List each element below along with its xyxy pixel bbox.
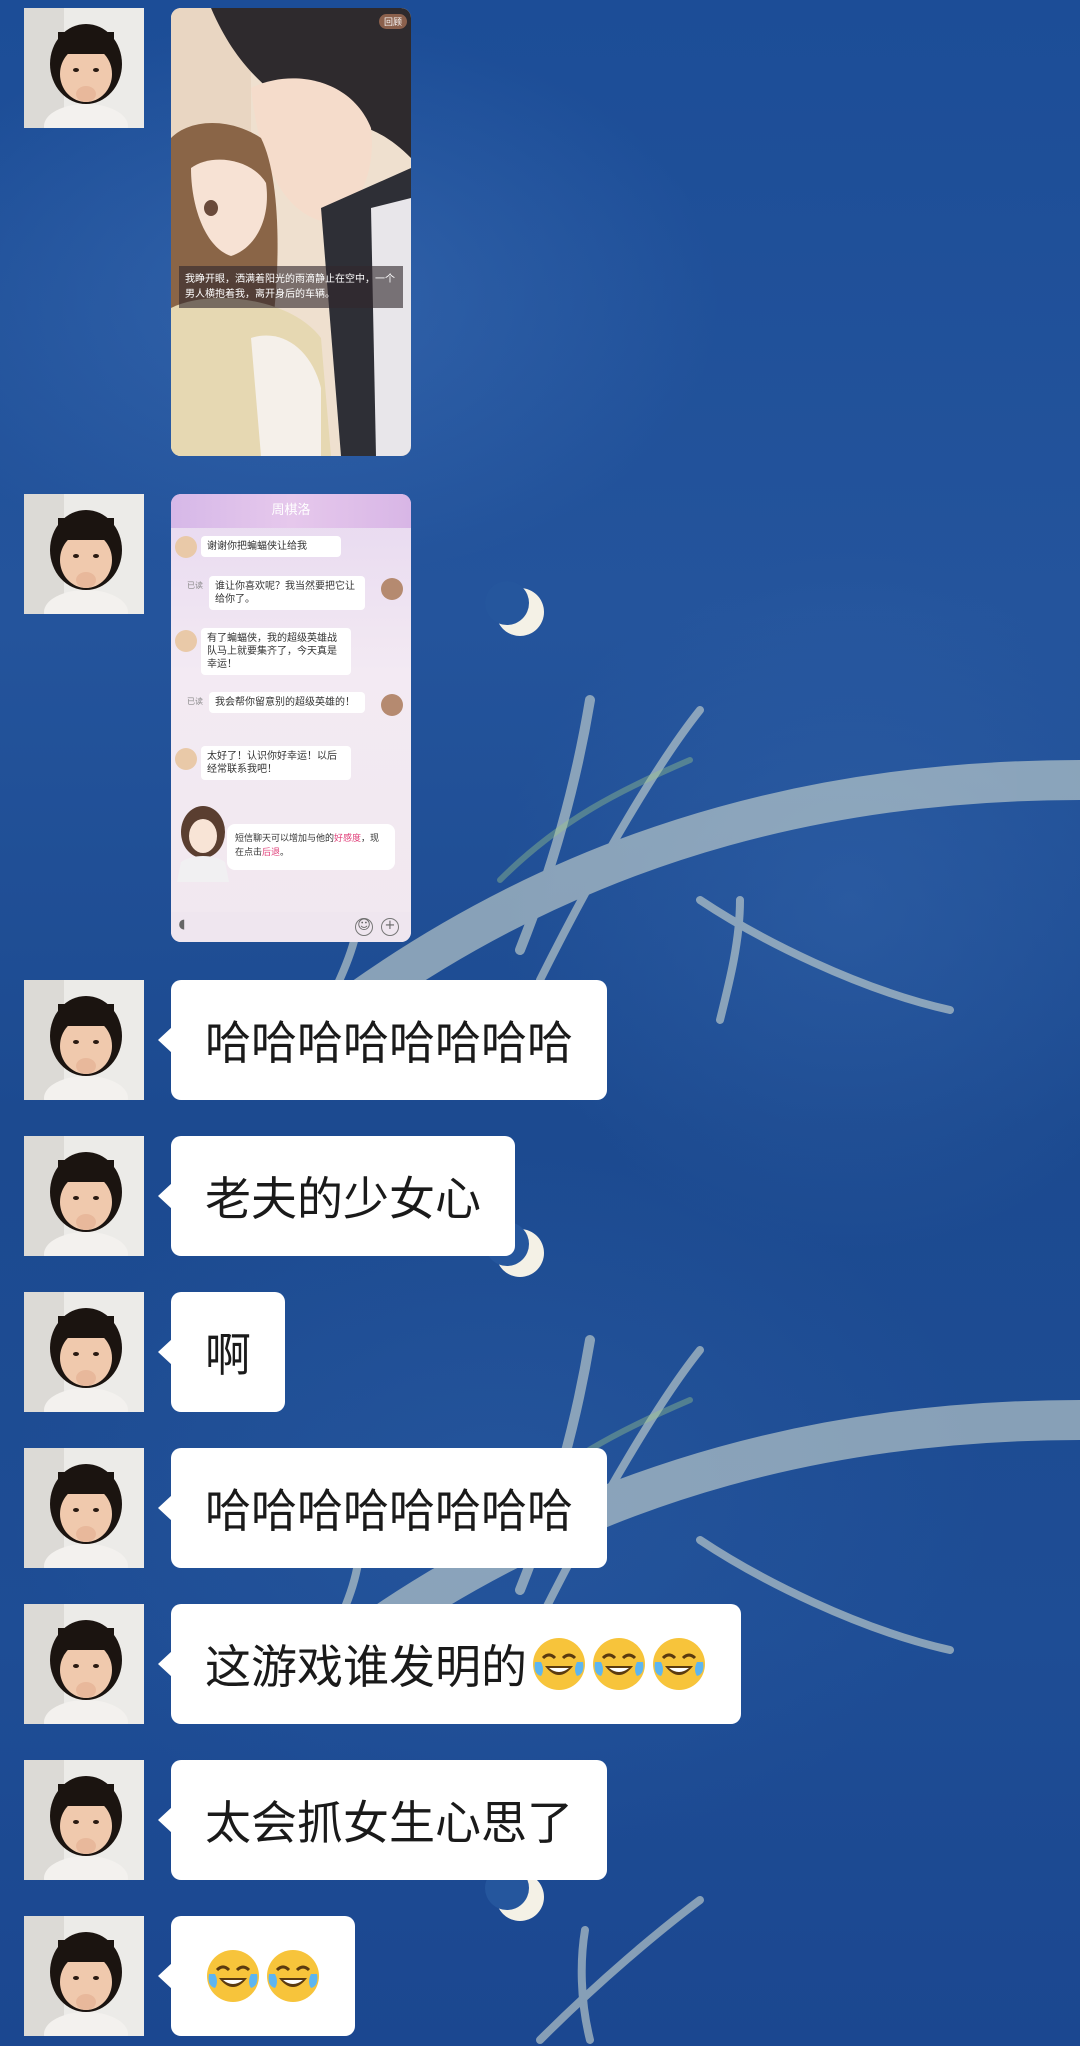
emoji-icon[interactable]: ☺ bbox=[355, 918, 373, 936]
avatar[interactable] bbox=[24, 494, 144, 614]
plus-icon[interactable]: + bbox=[381, 918, 399, 936]
game-screenshot-image[interactable]: 回顾 我睁开眼，洒满着阳光的雨滴静止在空中，一个男人横抱着我，离开身后的车辆。 bbox=[171, 8, 411, 456]
message-bubble[interactable]: 啊 bbox=[158, 1292, 285, 1412]
chat-message: 有了蝙蝠侠，我的超级英雄战队马上就要集齐了，今天真是幸运！ bbox=[201, 628, 351, 675]
guide-character bbox=[177, 806, 229, 882]
chat-message: 太好了！认识你好幸运！以后经常联系我吧！ bbox=[201, 746, 351, 780]
user-avatar bbox=[381, 578, 403, 600]
message-bubble[interactable]: 这游戏谁发明的 bbox=[158, 1604, 741, 1724]
crying-laughing-emoji-icon bbox=[205, 1948, 261, 2004]
contact-avatar bbox=[175, 536, 197, 558]
read-status: 已读 bbox=[187, 697, 203, 706]
crying-laughing-emoji-icon bbox=[531, 1636, 587, 1692]
avatar[interactable] bbox=[24, 1292, 144, 1412]
chat-message: 谢谢你把蝙蝠侠让给我 bbox=[201, 536, 341, 557]
review-badge[interactable]: 回顾 bbox=[378, 14, 407, 29]
message-bubble[interactable]: 哈哈哈哈哈哈哈哈 bbox=[158, 1448, 607, 1568]
crying-laughing-emoji-icon bbox=[265, 1948, 321, 2004]
avatar[interactable] bbox=[24, 8, 144, 128]
read-status: 已读 bbox=[187, 581, 203, 590]
message-bubble[interactable]: 哈哈哈哈哈哈哈哈 bbox=[158, 980, 607, 1100]
tip-text: 短信聊天可以增加与他的 bbox=[235, 834, 335, 844]
chat-screenshot-header: 周棋洛 bbox=[171, 494, 411, 528]
input-bar: ◖ ☺ + bbox=[171, 912, 411, 942]
avatar[interactable] bbox=[24, 980, 144, 1100]
message-text: 老夫的少女心 bbox=[205, 1172, 481, 1226]
tip-highlight: 好感度 bbox=[334, 834, 362, 844]
crying-laughing-emoji-icon bbox=[651, 1636, 707, 1692]
tip-highlight: 后退 bbox=[262, 848, 281, 858]
message-text: 哈哈哈哈哈哈哈哈 bbox=[205, 1484, 573, 1538]
avatar[interactable] bbox=[24, 1604, 144, 1724]
avatar[interactable] bbox=[24, 1760, 144, 1880]
chat-screenshot-image[interactable]: 周棋洛 谢谢你把蝙蝠侠让给我 已读 谁让你喜欢呢？我当然要把它让给你了。 有了蝙… bbox=[171, 494, 411, 942]
message-text: 啊 bbox=[205, 1328, 251, 1382]
avatar[interactable] bbox=[24, 1916, 144, 2036]
contact-avatar bbox=[175, 630, 197, 652]
avatar[interactable] bbox=[24, 1136, 144, 1256]
crying-laughing-emoji-icon bbox=[591, 1636, 647, 1692]
chat-message: 谁让你喜欢呢？我当然要把它让给你了。 bbox=[209, 576, 365, 610]
message-bubble[interactable] bbox=[158, 1916, 355, 2036]
contact-avatar bbox=[175, 748, 197, 770]
message-text: 哈哈哈哈哈哈哈哈 bbox=[205, 1016, 573, 1070]
tip-box: 短信聊天可以增加与他的好感度，现在点击后退。 bbox=[227, 824, 395, 870]
voice-icon[interactable]: ◖ bbox=[173, 918, 191, 936]
moon-decoration bbox=[485, 581, 544, 636]
user-avatar bbox=[381, 694, 403, 716]
message-text: 这游戏谁发明的 bbox=[205, 1640, 527, 1694]
message-text: 太会抓女生心思了 bbox=[205, 1796, 573, 1850]
message-bubble[interactable]: 老夫的少女心 bbox=[158, 1136, 515, 1256]
message-bubble[interactable]: 太会抓女生心思了 bbox=[158, 1760, 607, 1880]
story-text: 我睁开眼，洒满着阳光的雨滴静止在空中，一个男人横抱着我，离开身后的车辆。 bbox=[179, 266, 403, 308]
chat-message: 我会帮你留意别的超级英雄的！ bbox=[209, 692, 365, 713]
avatar[interactable] bbox=[24, 1448, 144, 1568]
tip-text: 。 bbox=[280, 848, 290, 858]
